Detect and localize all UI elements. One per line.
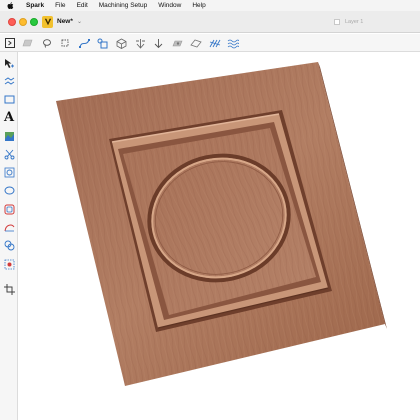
close-window-button[interactable]: [8, 18, 16, 26]
image-icon[interactable]: [170, 36, 184, 50]
minimize-window-button[interactable]: [19, 18, 27, 26]
menu-bar: Spark File Edit Machining Setup Window H…: [0, 0, 420, 11]
hatch-icon[interactable]: [208, 36, 222, 50]
text-icon[interactable]: A: [2, 110, 16, 125]
image-trace-icon[interactable]: [2, 129, 16, 143]
transform-icon[interactable]: [95, 36, 109, 50]
document-title[interactable]: New*: [57, 18, 73, 25]
target-icon[interactable]: [2, 257, 16, 271]
apple-icon[interactable]: [6, 1, 14, 10]
menu-help[interactable]: Help: [192, 0, 205, 11]
menu-app-name[interactable]: Spark: [26, 0, 44, 11]
menu-window[interactable]: Window: [158, 0, 181, 11]
select-arrow-icon[interactable]: [2, 56, 16, 70]
tilt-plane-icon[interactable]: [189, 36, 203, 50]
carved-panel-preview: [56, 62, 387, 386]
wave-icon[interactable]: [2, 74, 16, 88]
layer-label: Layer 1: [345, 19, 364, 25]
zoom-window-button[interactable]: [30, 18, 38, 26]
title-bar: New* ⌄ Layer 1: [0, 11, 420, 33]
chevron-down-icon[interactable]: ⌄: [77, 18, 82, 25]
3d-viewport[interactable]: [19, 53, 420, 420]
scissors-icon[interactable]: [2, 147, 16, 161]
layer-visibility-checkbox[interactable]: [334, 19, 340, 25]
rectangle-icon[interactable]: [2, 92, 16, 106]
shapes-icon[interactable]: [2, 238, 16, 252]
texture-icon[interactable]: [226, 36, 240, 50]
ellipse-icon[interactable]: [2, 183, 16, 197]
flat-stock-icon[interactable]: [20, 36, 34, 50]
box-3d-icon[interactable]: [114, 36, 128, 50]
lasso-icon[interactable]: [40, 36, 54, 50]
layer-selector[interactable]: Layer 1: [334, 17, 420, 27]
crop-tool-icon[interactable]: [2, 282, 16, 296]
align-icon[interactable]: [133, 36, 147, 50]
crop-icon[interactable]: [58, 36, 72, 50]
node-edit-icon[interactable]: [77, 36, 91, 50]
left-tool-rail: A: [0, 52, 18, 420]
circle-node-icon[interactable]: [2, 165, 16, 179]
menu-edit[interactable]: Edit: [77, 0, 88, 11]
curve-icon[interactable]: [2, 220, 16, 234]
rounded-rect-icon[interactable]: [2, 202, 16, 216]
arrow-down-icon[interactable]: [151, 36, 165, 50]
menu-file[interactable]: File: [55, 0, 65, 11]
app-logo-icon: [42, 16, 53, 28]
panel-toggle-icon[interactable]: [3, 36, 17, 50]
top-toolbar: [0, 34, 420, 52]
menu-machining-setup[interactable]: Machining Setup: [99, 0, 147, 11]
